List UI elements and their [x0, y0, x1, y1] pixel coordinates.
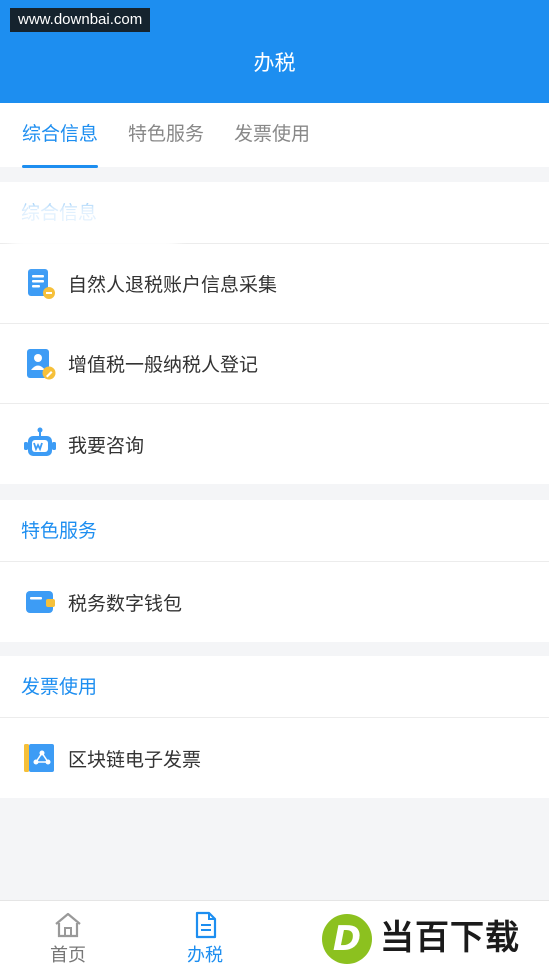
app-header: www.downbai.com 办税 [0, 0, 549, 103]
tabbar-item-tax[interactable]: 办税 [165, 901, 245, 975]
site-logo: D 当百下载 [318, 906, 546, 970]
id-card-edit-icon [27, 348, 56, 379]
tabbar-item-home[interactable]: 首页 [28, 901, 108, 975]
home-icon [55, 912, 81, 938]
list-item-label: 税务数字钱包 [68, 592, 183, 615]
top-tabs: 综合信息 特色服务 发票使用 [0, 103, 549, 168]
wallet-icon [26, 591, 55, 613]
blur-overlay [12, 200, 177, 260]
tabbar-label: 首页 [50, 945, 86, 966]
section-title: 发票使用 [0, 656, 549, 718]
logo-text: 当百下载 [380, 918, 520, 958]
list-item-label: 增值税一般纳税人登记 [68, 354, 259, 376]
tabbar-label: 办税 [187, 945, 223, 966]
document-coin-icon [28, 268, 55, 299]
tab-special-services[interactable]: 特色服务 [128, 103, 204, 167]
list-item-consultation[interactable]: 我要咨询 [0, 404, 549, 484]
watermark: www.downbai.com [10, 8, 151, 32]
document-icon [195, 911, 217, 939]
section-special-services: 特色服务 税务数字钱包 [0, 500, 549, 642]
section-invoice-use: 发票使用 区块链电子发票 [0, 656, 549, 798]
section-comprehensive-info: 综合信息 自然人退税账户信息采集 增值税一般纳税人登记 [0, 182, 549, 484]
section-title: 特色服务 [0, 500, 549, 562]
list-item-label: 区块链电子发票 [68, 748, 202, 771]
blockchain-invoice-icon [24, 744, 54, 772]
robot-icon [24, 427, 56, 456]
tab-invoice-use[interactable]: 发票使用 [234, 103, 310, 167]
tab-comprehensive-info[interactable]: 综合信息 [22, 103, 99, 168]
list-item-digital-wallet[interactable]: 税务数字钱包 [0, 562, 549, 642]
page-title: 办税 [253, 51, 296, 75]
logo-mark: D [332, 919, 362, 959]
list-item-label: 我要咨询 [68, 434, 145, 457]
list-item-vat-registration[interactable]: 增值税一般纳税人登记 [0, 324, 549, 404]
list-item-blockchain-invoice[interactable]: 区块链电子发票 [0, 718, 549, 798]
list-item-label: 自然人退税账户信息采集 [68, 274, 278, 296]
